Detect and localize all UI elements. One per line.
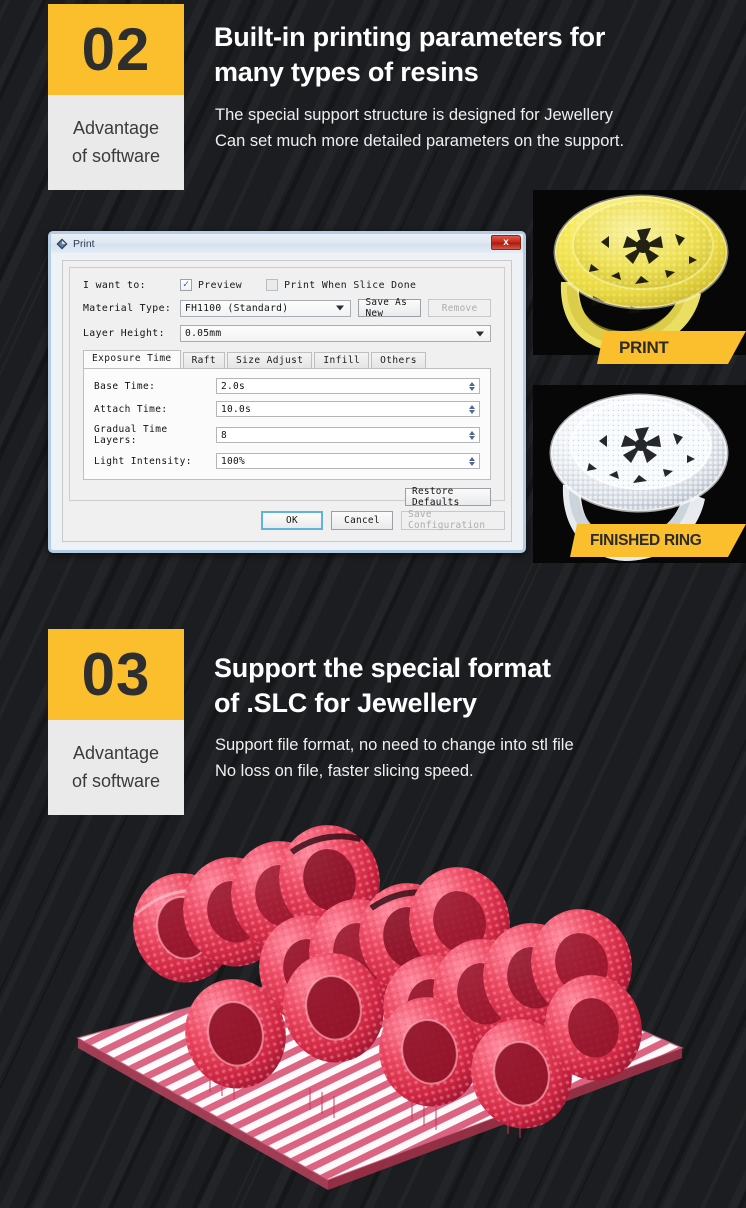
section-desc-02: The special support structure is designe… — [215, 103, 725, 154]
section-desc-02-line2: Can set much more detailed parameters on… — [215, 131, 625, 150]
checkbox-print-when-slice-done-box[interactable] — [266, 279, 279, 291]
section-title-03: Support the special format of .SLC for J… — [214, 651, 714, 721]
section-title-02-line1: Built-in printing parameters for — [214, 22, 606, 52]
dialog-footer: OK Cancel Save Configuration — [69, 505, 505, 535]
section-badge-02: 02 Advantage of software — [48, 4, 184, 190]
chevron-down-icon — [336, 305, 345, 311]
section-desc-03: Support file format, no need to change i… — [215, 733, 725, 784]
label-light-intensity: Light Intensity: — [94, 455, 192, 467]
material-type-select[interactable]: FH1100 (Standard) — [180, 299, 352, 317]
save-as-new-button[interactable]: Save As New — [358, 297, 422, 319]
print-banner: PRINT — [597, 331, 746, 364]
ok-button[interactable]: OK — [261, 510, 323, 530]
light-intensity-input[interactable]: 100% — [216, 453, 480, 469]
print-plate-graphic — [76, 825, 684, 1190]
badge-number-02: 02 — [48, 4, 184, 95]
row-layer-height: Layer Height: 0.05mm — [83, 325, 491, 342]
badge-subtitle-02: Advantage of software — [48, 95, 184, 190]
badge-subtitle-line1: Advantage — [72, 742, 160, 763]
label-attach-time: Attach Time: — [94, 403, 168, 415]
diamond-app-icon — [56, 238, 68, 249]
checkbox-preview[interactable]: ✓ Preview — [180, 279, 242, 291]
exposure-time-panel: Base Time: 2.0s Attach Time: 10.0s Gradu… — [83, 368, 491, 480]
dialog-content-panel: I want to: ✓ Preview Print When Slice Do… — [69, 267, 505, 508]
label-layer-height: Layer Height: — [83, 328, 165, 339]
tab-size-adjust[interactable]: Size Adjust — [227, 352, 313, 369]
base-time-stepper[interactable] — [465, 379, 478, 393]
row-gradual-time-layers: Gradual Time Layers: 8 — [94, 424, 480, 446]
dialog-titlebar[interactable]: Print x — [51, 234, 523, 253]
remove-button: Remove — [428, 299, 491, 317]
chevron-down-icon — [476, 331, 484, 336]
checkbox-print-when-slice-done-label: Print When Slice Done — [284, 279, 417, 291]
section-title-02: Built-in printing parameters for many ty… — [214, 20, 714, 90]
layer-height-value: 0.05mm — [185, 328, 222, 339]
row-base-time: Base Time: 2.0s — [94, 378, 480, 394]
dialog-body: I want to: ✓ Preview Print When Slice Do… — [62, 260, 512, 542]
restore-defaults-row: Restore Defaults — [83, 486, 491, 508]
layer-height-select[interactable]: 0.05mm — [180, 325, 491, 342]
cancel-button[interactable]: Cancel — [331, 510, 393, 530]
section-title-03-line2: of .SLC for Jewellery — [214, 687, 477, 718]
section-title-03-line1: Support the special format — [214, 653, 551, 683]
printed-ring-graphic — [533, 190, 746, 355]
tab-infill[interactable]: Infill — [314, 352, 370, 369]
settings-tabstrip[interactable]: Exposure Time Raft Size Adjust Infill Ot… — [83, 350, 491, 369]
section-desc-02-line1: The special support structure is designe… — [215, 106, 614, 124]
label-gradual-time-layers: Gradual Time Layers: — [94, 424, 168, 446]
print-settings-dialog[interactable]: Print x I want to: ✓ Preview Print When … — [48, 231, 526, 553]
row-i-want-to: I want to: ✓ Preview Print When Slice Do… — [83, 279, 491, 291]
print-plate-photo — [60, 780, 700, 1208]
tab-raft[interactable]: Raft — [182, 352, 226, 369]
base-time-input[interactable]: 2.0s — [216, 378, 480, 394]
badge-subtitle-line1: Advantage — [72, 117, 160, 138]
gradual-time-layers-value: 8 — [221, 429, 228, 441]
checkbox-preview-label: Preview — [198, 279, 243, 291]
material-type-value: FH1100 (Standard) — [185, 302, 289, 314]
dialog-title: Print — [73, 237, 95, 250]
finished-ring-banner: FINISHED RING — [570, 524, 746, 557]
attach-time-input[interactable]: 10.0s — [216, 401, 480, 417]
tab-others[interactable]: Others — [371, 352, 426, 369]
page-root: 02 Advantage of software Built-in printi… — [0, 0, 746, 1208]
row-attach-time: Attach Time: 10.0s — [94, 401, 480, 417]
label-i-want-to: I want to: — [83, 279, 146, 291]
save-configuration-button: Save Configuration — [401, 509, 505, 531]
label-base-time: Base Time: — [94, 380, 156, 392]
light-intensity-value: 100% — [221, 455, 246, 467]
badge-number-03: 03 — [48, 629, 184, 720]
gradual-time-layers-input[interactable]: 8 — [216, 427, 480, 443]
tab-exposure-time[interactable]: Exposure Time — [83, 350, 181, 368]
checkbox-print-when-slice-done[interactable]: Print When Slice Done — [266, 279, 416, 291]
printed-ring-photo — [533, 190, 746, 355]
close-icon[interactable]: x — [491, 235, 521, 250]
gradual-time-layers-stepper[interactable] — [465, 428, 478, 442]
attach-time-value: 10.0s — [221, 403, 252, 415]
label-material-type: Material Type: — [83, 302, 172, 314]
base-time-value: 2.0s — [221, 380, 246, 392]
light-intensity-stepper[interactable] — [465, 454, 478, 468]
attach-time-stepper[interactable] — [465, 402, 478, 416]
row-material-type: Material Type: FH1100 (Standard) Save As… — [83, 297, 491, 319]
section-desc-03-line1: Support file format, no need to change i… — [215, 736, 574, 754]
checkbox-preview-box[interactable]: ✓ — [180, 279, 192, 291]
badge-subtitle-line2: of software — [71, 145, 161, 166]
section-title-02-line2: many types of resins — [214, 56, 479, 87]
restore-defaults-button[interactable]: Restore Defaults — [405, 486, 491, 508]
row-light-intensity: Light Intensity: 100% — [94, 453, 480, 469]
